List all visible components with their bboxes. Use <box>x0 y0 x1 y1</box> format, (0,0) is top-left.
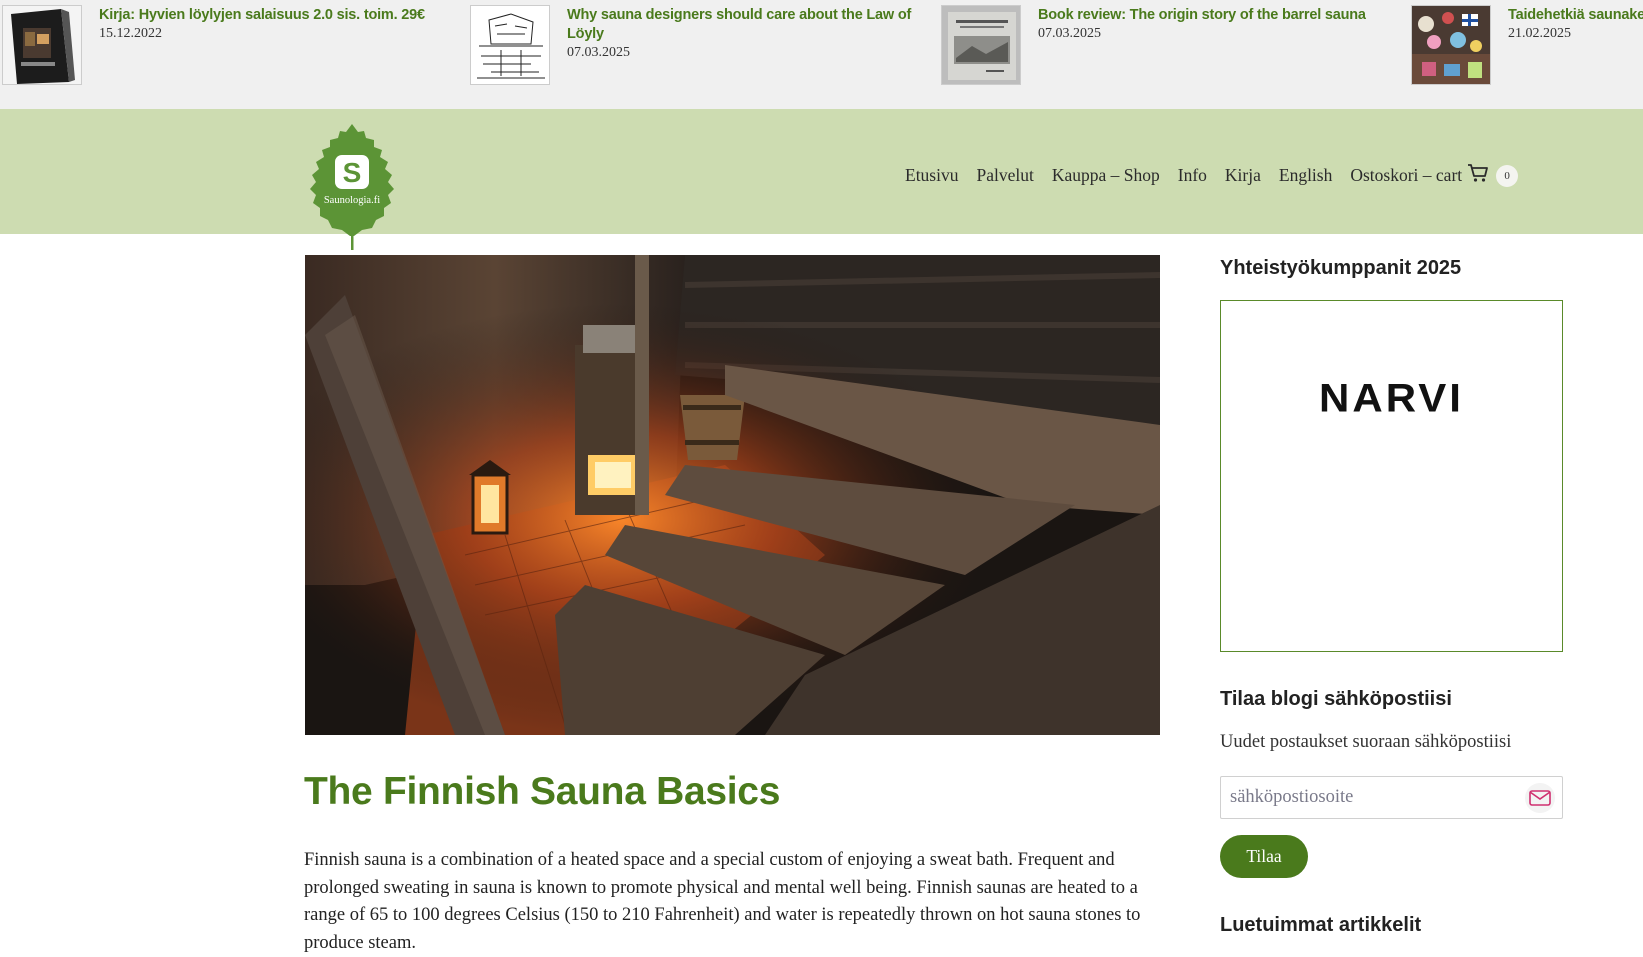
email-field-wrapper <box>1220 776 1563 819</box>
ticker-title[interactable]: Kirja: Hyvien löylyjen salaisuus 2.0 sis… <box>99 6 459 25</box>
ticker-thumbnail[interactable] <box>941 5 1021 85</box>
ticker-thumbnail[interactable] <box>470 5 550 85</box>
ticker-title[interactable]: Why sauna designers should care about th… <box>567 6 927 44</box>
cart-label: Ostoskori – cart <box>1350 165 1463 185</box>
email-field[interactable] <box>1221 777 1562 818</box>
news-ticker: Kirja: Hyvien löylyjen salaisuus 2.0 sis… <box>0 0 1643 109</box>
ticker-item[interactable]: Book review: The origin story of the bar… <box>941 5 1398 85</box>
article-title: The Finnish Sauna Basics <box>304 770 781 813</box>
nav-info[interactable]: Info <box>1178 165 1207 186</box>
ticker-title[interactable]: Taidehetkiä saunakeskustelu <box>1508 6 1643 25</box>
nav-home[interactable]: Etusivu <box>905 165 958 186</box>
partner-logo: NARVI <box>1319 375 1464 420</box>
ticker-date: 07.03.2025 <box>1038 26 1101 41</box>
ticker-thumbnail[interactable] <box>2 5 82 85</box>
popular-articles-heading: Luetuimmat artikkelit <box>1220 914 1422 936</box>
envelope-icon <box>1525 783 1555 813</box>
site-logo[interactable]: S Saunologia.fi <box>302 122 402 250</box>
logo-letter: S <box>343 157 362 188</box>
ticker-date: 15.12.2022 <box>99 26 162 41</box>
partner-banner[interactable]: NARVI <box>1220 300 1563 652</box>
ticker-title[interactable]: Book review: The origin story of the bar… <box>1038 6 1398 25</box>
subscribe-heading: Tilaa blogi sähköpostiisi <box>1220 688 1452 710</box>
ticker-item[interactable]: Why sauna designers should care about th… <box>470 5 927 85</box>
site-header: S Saunologia.fi Etusivu Palvelut Kauppa … <box>0 109 1643 250</box>
ticker-thumbnail[interactable] <box>1411 5 1491 85</box>
nav-services[interactable]: Palvelut <box>976 165 1033 186</box>
nav-cart[interactable]: Ostoskori – cart 0 <box>1350 163 1519 188</box>
partners-heading: Yhteistyökumppanit 2025 <box>1220 257 1462 279</box>
ticker-item[interactable]: Kirja: Hyvien löylyjen salaisuus 2.0 sis… <box>2 5 459 85</box>
ticker-date: 07.03.2025 <box>567 45 630 60</box>
ticker-date: 21.02.2025 <box>1508 26 1571 41</box>
hero-image <box>305 255 1160 735</box>
cart-icon <box>1467 163 1489 188</box>
logo-text: Saunologia.fi <box>324 195 380 206</box>
nav-book[interactable]: Kirja <box>1225 165 1261 186</box>
nav-shop[interactable]: Kauppa – Shop <box>1052 165 1160 186</box>
nav-english[interactable]: English <box>1279 165 1332 186</box>
main-nav: Etusivu Palvelut Kauppa – Shop Info Kirj… <box>905 163 1519 188</box>
subscribe-text: Uudet postaukset suoraan sähköpostiisi <box>1220 732 1512 752</box>
article-body: Finnish sauna is a combination of a heat… <box>304 850 1141 953</box>
subscribe-button[interactable]: Tilaa <box>1220 835 1308 878</box>
ticker-item[interactable]: Taidehetkiä saunakeskustelu 21.02.2025 <box>1411 5 1643 85</box>
cart-count-badge: 0 <box>1496 164 1519 187</box>
